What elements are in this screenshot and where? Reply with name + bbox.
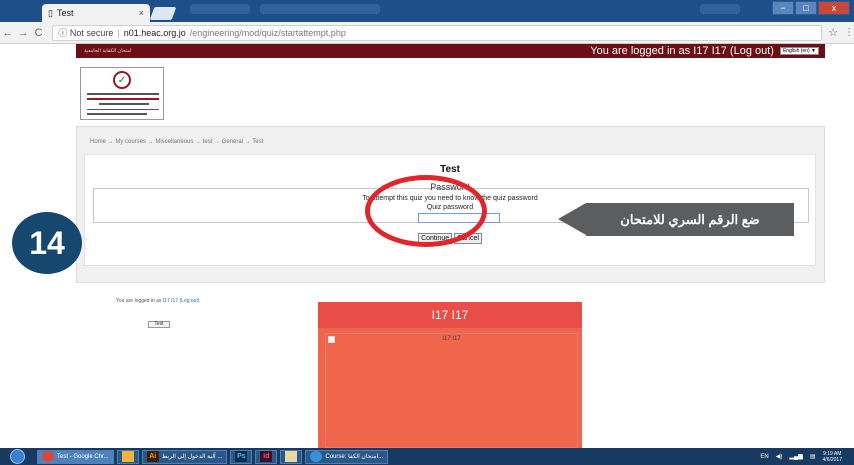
user-block: I17 I17 I17 I17: [318, 302, 582, 448]
url-path: /engineering/mod/quiz/startattempt.php: [189, 27, 346, 38]
clock-time: 9:19 AM: [823, 450, 842, 457]
taskbar-item-photoshop[interactable]: Ps: [230, 449, 253, 464]
forward-icon[interactable]: →: [15, 27, 30, 39]
page-title: Test: [440, 164, 460, 175]
files-icon: [285, 451, 298, 462]
screenshot-root: ▯ Test × − □ x ← → C ⓘ Not secure | n01.…: [0, 0, 854, 465]
indesign-icon: Id: [260, 451, 273, 462]
user-picture: I17 I17: [325, 333, 578, 448]
taskbar-item-ie[interactable]: Course: امتحان الكفا...: [305, 449, 389, 464]
signal-icon[interactable]: ▂▄▆: [789, 453, 802, 460]
system-clock[interactable]: 9:19 AM 4/6/2017: [823, 451, 842, 463]
taskbar-item-illustrator[interactable]: Ai آلية الدخول إلى الربط ...: [141, 449, 228, 464]
logged-in-status[interactable]: You are logged in as I17 I17 (Log out): [590, 45, 774, 57]
browser-tab-test[interactable]: ▯ Test ×: [42, 4, 150, 22]
blurred-tab-area: [700, 4, 740, 14]
user-block-name: I17 I17: [318, 302, 582, 328]
checkmark-emblem-icon: ✓: [113, 71, 131, 89]
page-icon: ▯: [48, 7, 53, 18]
footer-user-link[interactable]: I17 I17: [163, 298, 178, 304]
logo-text-line: [87, 98, 159, 100]
start-button[interactable]: [0, 448, 34, 465]
logo-text-line: [99, 103, 149, 105]
user-picture-alt: I17 I17: [442, 336, 461, 342]
browser-tab-bar: ▯ Test × − □ x: [0, 0, 854, 22]
taskbar-item-folder[interactable]: [116, 449, 139, 464]
breadcrumb[interactable]: Home → My courses → Miscellaneous → test…: [90, 139, 263, 145]
logo-text-line: [87, 113, 147, 115]
footer-course-button[interactable]: Test: [148, 321, 170, 328]
callout-arrow-icon: [558, 203, 586, 235]
language-select[interactable]: English (en) ▼: [779, 47, 819, 55]
language-indicator[interactable]: EN: [760, 454, 768, 460]
bookmark-star-icon[interactable]: ☆: [828, 26, 838, 39]
taskbar-item-chrome[interactable]: Test - Google Chr...: [37, 449, 114, 464]
logo-text-line: [87, 93, 159, 95]
system-tray: EN ◀) ▂▄▆ ▤ 9:19 AM 4/6/2017: [760, 451, 854, 463]
minimize-button[interactable]: −: [772, 1, 794, 15]
new-tab-button[interactable]: [149, 7, 177, 20]
taskbar-item-label: Test - Google Chr...: [57, 453, 109, 460]
illustrator-icon: Ai: [146, 451, 159, 462]
institution-logo[interactable]: ✓: [80, 67, 164, 120]
logo-divider: [87, 109, 159, 110]
volume-icon[interactable]: ◀): [776, 453, 783, 460]
address-separator: |: [117, 27, 120, 38]
maximize-button[interactable]: □: [795, 1, 817, 15]
folder-icon: [121, 451, 134, 462]
callout-text: ضع الرقم السري للامتحان: [586, 203, 794, 236]
os-taskbar: Test - Google Chr... Ai آلية الدخول إلى …: [0, 448, 854, 465]
footer-login-prefix: You are logged in as: [116, 298, 163, 304]
tab-title: Test: [56, 8, 74, 18]
instruction-callout: ضع الرقم السري للامتحان: [558, 203, 794, 236]
taskbar-item-label: آلية الدخول إلى الربط ...: [161, 454, 223, 460]
taskbar-item-files[interactable]: [280, 449, 303, 464]
network-icon[interactable]: ▤: [810, 453, 816, 460]
security-indicator[interactable]: ⓘ Not secure: [58, 26, 113, 39]
site-header: امتحان الكفاية الجامعية You are logged i…: [76, 44, 825, 58]
url-host: n01.heac.org.jo: [123, 27, 186, 38]
step-number-badge: 14: [12, 212, 82, 274]
reload-icon[interactable]: C: [31, 27, 46, 39]
blurred-tab-area: [190, 4, 250, 14]
chrome-icon: [42, 451, 54, 462]
window-controls: − □ x: [772, 1, 850, 15]
tab-close-icon[interactable]: ×: [139, 8, 144, 18]
ie-icon: [310, 451, 323, 462]
close-window-button[interactable]: x: [818, 1, 850, 15]
highlight-oval: [365, 175, 487, 247]
blurred-tab-area: [260, 4, 380, 14]
taskbar-item-label: Course: امتحان الكفا...: [325, 454, 384, 460]
address-bar[interactable]: ⓘ Not secure | n01.heac.org.jo/engineeri…: [52, 24, 823, 41]
browser-menu-icon[interactable]: ⋮: [844, 27, 854, 38]
taskbar-item-indesign[interactable]: Id: [255, 449, 278, 464]
clock-date: 4/6/2017: [822, 456, 842, 463]
windows-logo-icon: [9, 449, 25, 464]
browser-toolbar: ← → C ⓘ Not secure | n01.heac.org.jo/eng…: [0, 22, 854, 44]
footer-logout-link[interactable]: (Log out): [178, 298, 199, 304]
back-icon[interactable]: ←: [0, 27, 15, 39]
photoshop-icon: Ps: [235, 451, 248, 462]
site-name[interactable]: امتحان الكفاية الجامعية: [84, 48, 132, 54]
footer-login-info: You are logged in as I17 I17 (Log out): [116, 298, 200, 304]
